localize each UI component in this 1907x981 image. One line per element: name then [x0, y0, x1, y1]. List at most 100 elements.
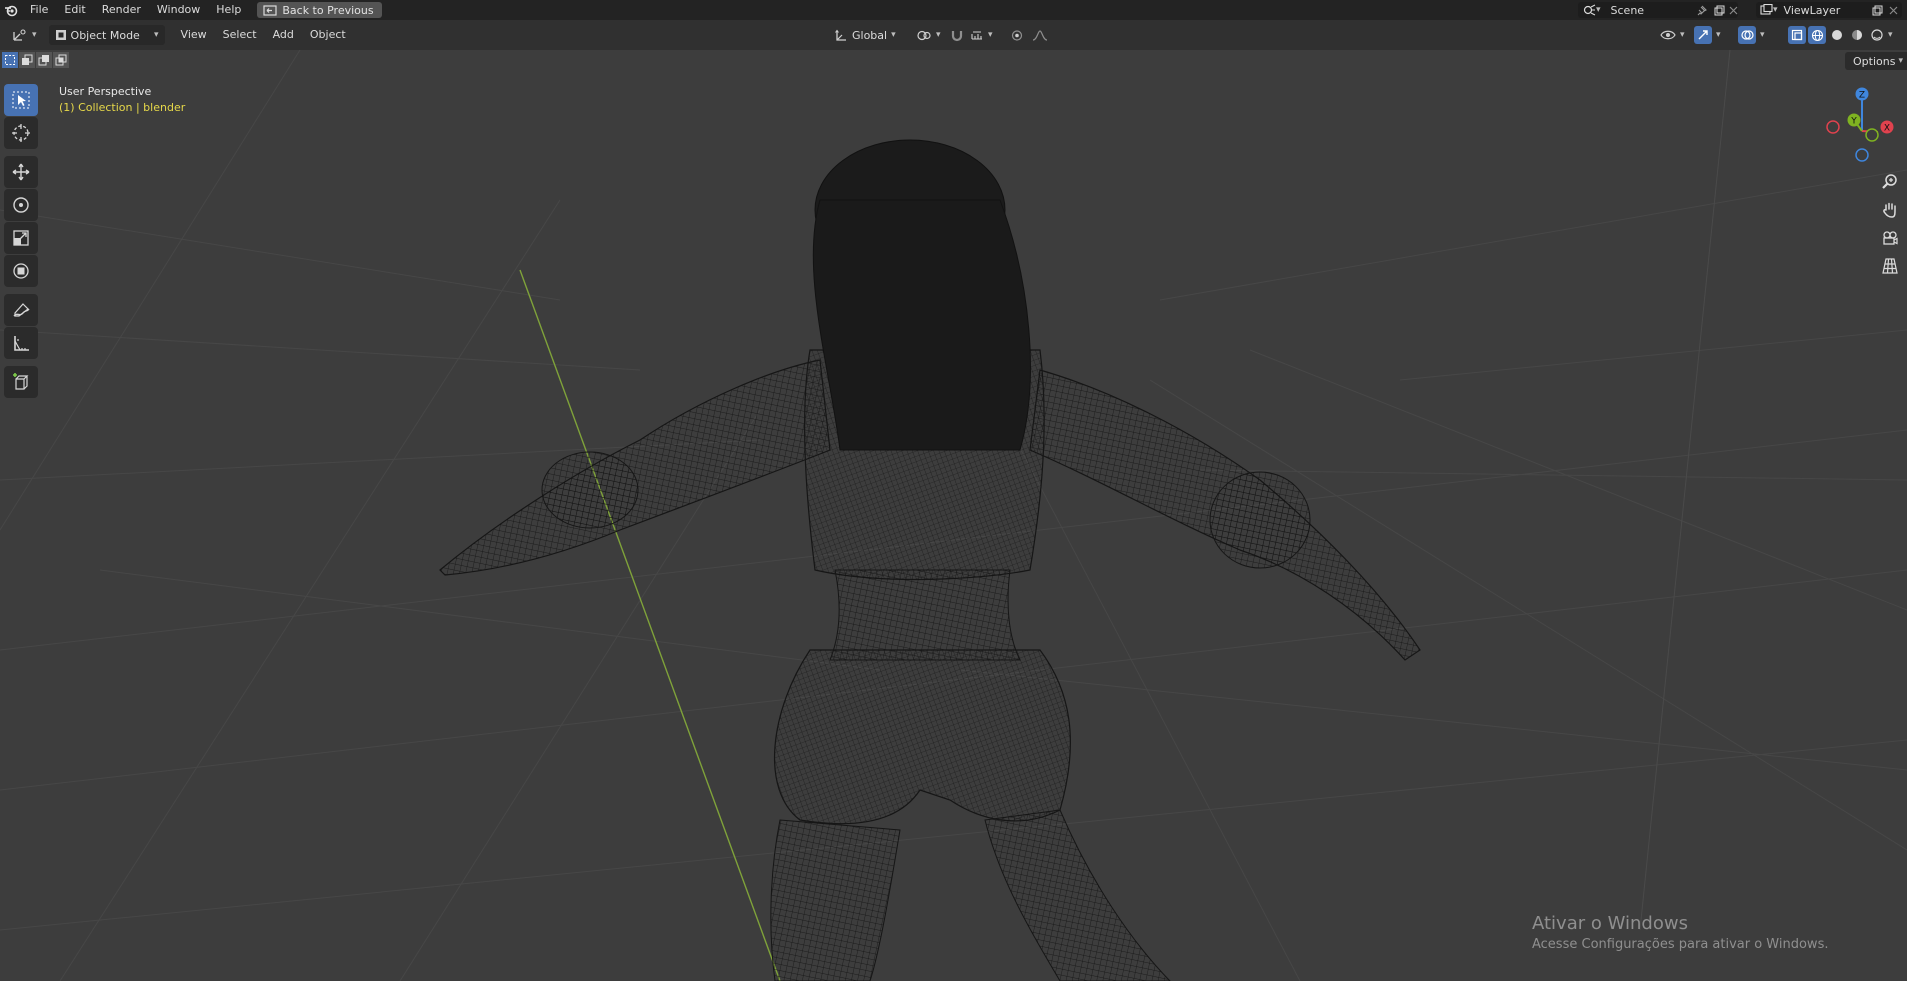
- chevron-down-icon: ▾: [1596, 5, 1601, 15]
- header-menu-add[interactable]: Add: [265, 25, 302, 45]
- gizmo-z-label: Z: [1859, 91, 1865, 101]
- view-perspective-label: User Perspective: [59, 85, 152, 98]
- select-new-button[interactable]: [2, 52, 18, 68]
- active-collection-label: (1) Collection | blender: [59, 101, 186, 114]
- select-subtract-button[interactable]: [36, 52, 52, 68]
- chevron-down-icon[interactable]: ▾: [1888, 30, 1893, 40]
- tool-add-cube[interactable]: [4, 366, 38, 398]
- select-extend-icon: [22, 54, 33, 65]
- blender-logo-icon[interactable]: [0, 0, 22, 20]
- options-dropdown[interactable]: Options ▾: [1845, 52, 1907, 70]
- xray-icon: [1788, 26, 1806, 44]
- scene-icon: [1582, 3, 1596, 17]
- top-menu-bar: File Edit Render Window Help Back to Pre…: [0, 0, 1907, 20]
- wireframe-shading-button[interactable]: [1808, 26, 1826, 44]
- falloff-curve-icon: [1032, 29, 1048, 41]
- header-menu-object[interactable]: Object: [302, 25, 354, 45]
- selection-mode-group: [2, 52, 69, 68]
- menu-window[interactable]: Window: [149, 0, 208, 20]
- tool-shelf: [4, 84, 40, 399]
- visibility-selector[interactable]: ▾: [1654, 25, 1691, 45]
- toggle-perspective-button[interactable]: [1877, 252, 1903, 280]
- tool-cursor[interactable]: [4, 117, 38, 149]
- view-layer-selector[interactable]: ▾ ViewLayer: [1756, 2, 1902, 18]
- editor-type-selector[interactable]: ▾: [6, 25, 43, 45]
- orientation-global-icon: [835, 29, 846, 41]
- transform-orientation-selector[interactable]: Global ▾: [828, 25, 902, 45]
- select-subtract-icon: [38, 55, 49, 66]
- tool-move[interactable]: [4, 156, 38, 188]
- tool-measure[interactable]: [4, 327, 38, 359]
- chevron-down-icon: ▾: [936, 30, 941, 40]
- watermark-title: Ativar o Windows: [1532, 913, 1688, 934]
- gizmo-y-label: Y: [1850, 117, 1857, 127]
- character-wireframe: [439, 139, 1421, 981]
- chevron-down-icon: ▾: [891, 30, 896, 40]
- options-label: Options: [1853, 54, 1896, 68]
- header-menu-select[interactable]: Select: [215, 25, 265, 45]
- add-cube-icon: [13, 373, 29, 390]
- zoom-button[interactable]: [1877, 168, 1903, 196]
- close-icon[interactable]: [1886, 3, 1900, 17]
- scene-selector[interactable]: ▾ Scene: [1578, 2, 1738, 18]
- tool-rotate[interactable]: [4, 189, 38, 221]
- tool-scale[interactable]: [4, 222, 38, 254]
- move-icon: [12, 163, 30, 181]
- rendered-shading-button[interactable]: [1868, 26, 1886, 44]
- screen-back-icon: [263, 4, 277, 16]
- menu-help[interactable]: Help: [208, 0, 249, 20]
- proportional-falloff-selector[interactable]: [1026, 25, 1054, 45]
- orientation-label: Global: [852, 28, 888, 42]
- solid-shading-button[interactable]: [1828, 26, 1846, 44]
- menu-render[interactable]: Render: [94, 0, 149, 20]
- camera-icon: [1883, 231, 1898, 245]
- material-shading-button[interactable]: [1848, 26, 1866, 44]
- viewport-header: ▾ Object Mode ▾ View Select Add Object G…: [0, 20, 1907, 50]
- header-menu-view[interactable]: View: [173, 25, 215, 45]
- chevron-down-icon: ▾: [1898, 56, 1903, 66]
- mode-selector[interactable]: Object Mode ▾: [48, 25, 165, 45]
- select-intersect-button[interactable]: [53, 52, 69, 68]
- windows-activation-watermark: Ativar o Windows Acesse Configurações pa…: [1532, 912, 1828, 954]
- chevron-down-icon: ▾: [988, 30, 993, 40]
- navigation-gizmo[interactable]: Z X Y: [1820, 84, 1902, 168]
- measure-icon: [14, 336, 29, 351]
- gizmo-neg-x-handle[interactable]: [1826, 120, 1840, 134]
- gizmo-neg-y-handle[interactable]: [1865, 128, 1879, 142]
- pan-button[interactable]: [1877, 196, 1903, 224]
- grid-axis-line: [1639, 50, 1731, 931]
- snap-increment-icon: [971, 30, 982, 40]
- eye-icon: [1660, 30, 1676, 40]
- overlays-toggle[interactable]: ▾: [1732, 25, 1771, 45]
- material-sphere-icon: [1852, 30, 1862, 40]
- chevron-down-icon: ▾: [1773, 5, 1778, 15]
- menu-edit[interactable]: Edit: [56, 0, 93, 20]
- annotate-icon: [13, 303, 30, 317]
- camera-view-button[interactable]: [1877, 224, 1903, 252]
- tool-select-box[interactable]: [4, 84, 38, 116]
- menu-file[interactable]: File: [22, 0, 56, 20]
- pin-icon[interactable]: [1694, 3, 1708, 17]
- snap-target-selector[interactable]: ▾: [964, 25, 999, 45]
- chevron-down-icon: ▾: [154, 30, 159, 40]
- select-extend-button[interactable]: [19, 52, 35, 68]
- duplicate-icon[interactable]: [1870, 3, 1884, 17]
- back-to-previous-button[interactable]: Back to Previous: [257, 2, 382, 18]
- viewport-3d-icon: [13, 29, 26, 41]
- gizmo-toggle[interactable]: ▾: [1688, 25, 1727, 45]
- gizmo-neg-z-handle[interactable]: [1855, 148, 1869, 162]
- solid-sphere-icon: [1832, 30, 1842, 40]
- select-box-icon: [12, 91, 30, 109]
- chevron-down-icon: ▾: [1760, 30, 1765, 40]
- 3d-viewport[interactable]: User Perspective (1) Collection | blende…: [0, 50, 1907, 981]
- tool-transform[interactable]: [4, 255, 38, 287]
- tool-annotate[interactable]: [4, 294, 38, 326]
- close-icon[interactable]: [1726, 3, 1740, 17]
- select-intersect-icon: [55, 54, 67, 66]
- grid-icon: [1882, 258, 1898, 274]
- object-mode-icon: [55, 30, 66, 40]
- duplicate-icon[interactable]: [1712, 3, 1726, 17]
- mode-label: Object Mode: [70, 28, 140, 42]
- gizmo-icon: [1694, 26, 1712, 44]
- pivot-point-selector[interactable]: ▾: [910, 25, 947, 45]
